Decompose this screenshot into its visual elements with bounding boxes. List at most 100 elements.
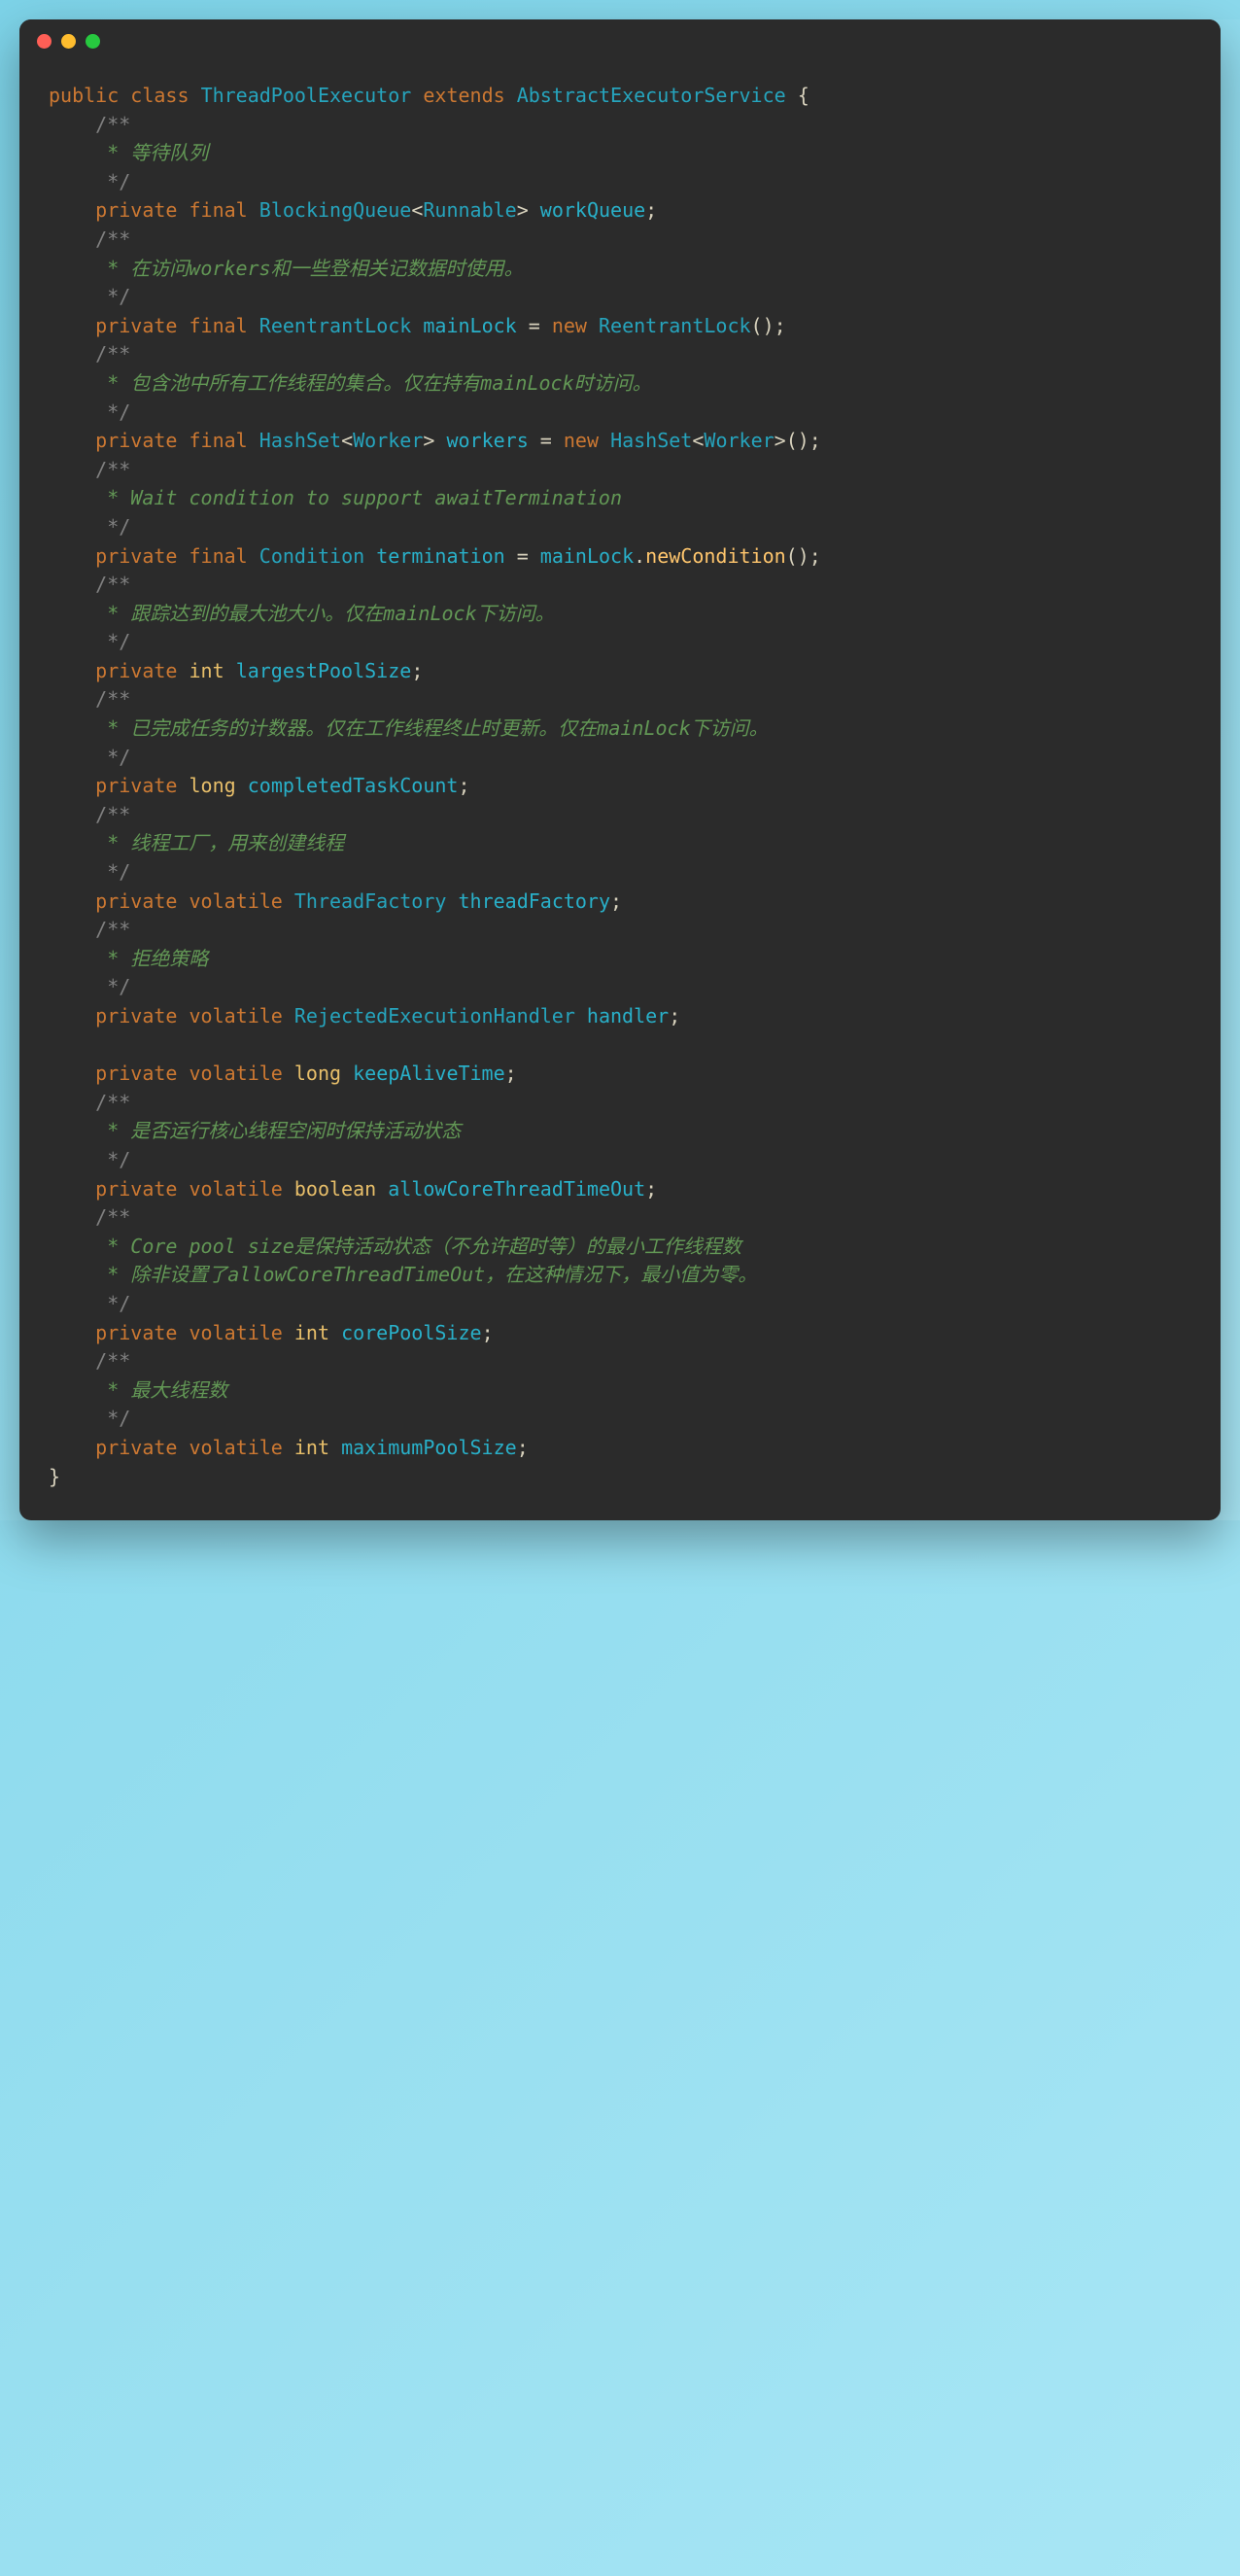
doc-close: */ [95,285,130,308]
field-termination: termination [376,544,504,568]
maximize-icon[interactable] [86,34,100,49]
semicolon: ; [645,1177,657,1201]
type-int: int [189,659,224,682]
field-allowcorethreadtimeout: allowCoreThreadTimeOut [388,1177,645,1201]
field-corepoolsize: corePoolSize [341,1321,482,1344]
semicolon: ; [669,1004,680,1027]
keyword-private: private [95,774,177,797]
equals: = [517,314,552,337]
field-threadfactory: threadFactory [458,889,610,913]
keyword-volatile: volatile [189,1321,283,1344]
keyword-private: private [95,1321,177,1344]
doc-close: */ [95,1148,130,1171]
doc-open: /** [95,1349,130,1373]
equals: = [505,544,540,568]
doc-open: /** [95,573,130,596]
semicolon: ; [645,198,657,222]
keyword-final: final [189,544,248,568]
keyword-volatile: volatile [189,1177,283,1201]
doc-close: */ [95,975,130,998]
doc-open: /** [95,918,130,941]
doc-open: /** [95,342,130,366]
doc-body: * Wait condition to support awaitTermina… [95,486,622,509]
dot: . [634,544,645,568]
type-long: long [189,774,236,797]
angle-open: < [341,429,353,452]
minimize-icon[interactable] [61,34,76,49]
call: (); [786,429,821,452]
semicolon: ; [411,659,423,682]
keyword-final: final [189,198,248,222]
keyword-private: private [95,314,177,337]
type-int: int [294,1321,329,1344]
call: (); [786,544,821,568]
keyword-private: private [95,544,177,568]
call: (); [751,314,786,337]
field-handler: handler [587,1004,669,1027]
class-name: ThreadPoolExecutor [201,84,412,107]
field-mainlock: mainLock [423,314,516,337]
semicolon: ; [505,1062,517,1085]
angle-open: < [411,198,423,222]
doc-open: /** [95,458,130,481]
window-titlebar [19,19,1221,62]
field-completedtaskcount: completedTaskCount [248,774,459,797]
type-threadfactory: ThreadFactory [294,889,447,913]
type-condition: Condition [259,544,364,568]
doc-body: * Core pool size是保持活动状态（不允许超时等）的最小工作线程数 [95,1235,741,1258]
keyword-final: final [189,429,248,452]
field-largestpoolsize: largestPoolSize [236,659,412,682]
type-int: int [294,1436,329,1459]
keyword-extends: extends [423,84,504,107]
ref-mainlock: mainLock [540,544,634,568]
doc-body: * 除非设置了allowCoreThreadTimeOut，在这种情况下，最小值… [95,1263,757,1286]
keyword-private: private [95,1004,177,1027]
keyword-new: new [552,314,587,337]
keyword-final: final [189,314,248,337]
keyword-private: private [95,1062,177,1085]
doc-close: */ [95,400,130,424]
type-rejhandler: RejectedExecutionHandler [294,1004,575,1027]
type-reentrantlock: ReentrantLock [259,314,412,337]
type-long: long [294,1062,341,1085]
type-blockingqueue: BlockingQueue [259,198,412,222]
type-worker: Worker [704,429,774,452]
doc-open: /** [95,1091,130,1114]
keyword-volatile: volatile [189,1436,283,1459]
keyword-volatile: volatile [189,1004,283,1027]
superclass-name: AbstractExecutorService [517,84,786,107]
keyword-new: new [564,429,599,452]
doc-body: * 已完成任务的计数器。仅在工作线程终止时更新。仅在mainLock下访问。 [95,716,768,740]
doc-body: * 最大线程数 [95,1378,227,1402]
brace-close: } [49,1465,60,1488]
field-maximumpoolsize: maximumPoolSize [341,1436,517,1459]
doc-close: */ [95,170,130,193]
method-newcondition: newCondition [645,544,786,568]
doc-open: /** [95,1205,130,1229]
type-worker: Worker [353,429,423,452]
keyword-volatile: volatile [189,889,283,913]
keyword-private: private [95,659,177,682]
doc-close: */ [95,1407,130,1430]
type-runnable: Runnable [423,198,516,222]
angle-open: < [692,429,704,452]
field-workqueue: workQueue [540,198,645,222]
doc-close: */ [95,630,130,653]
field-keepalivetime: keepAliveTime [353,1062,505,1085]
type-boolean: boolean [294,1177,376,1201]
doc-body: * 拒绝策略 [95,947,208,970]
keyword-public: public [49,84,119,107]
type-hashset: HashSet [259,429,341,452]
doc-close: */ [95,515,130,539]
field-workers: workers [446,429,528,452]
keyword-private: private [95,889,177,913]
doc-close: */ [95,1292,130,1315]
doc-body: * 是否运行核心线程空闲时保持活动状态 [95,1119,461,1142]
keyword-volatile: volatile [189,1062,283,1085]
doc-body: * 跟踪达到的最大池大小。仅在mainLock下访问。 [95,602,554,625]
doc-body: * 等待队列 [95,141,208,164]
doc-close: */ [95,746,130,769]
keyword-private: private [95,1177,177,1201]
doc-open: /** [95,803,130,826]
close-icon[interactable] [37,34,52,49]
